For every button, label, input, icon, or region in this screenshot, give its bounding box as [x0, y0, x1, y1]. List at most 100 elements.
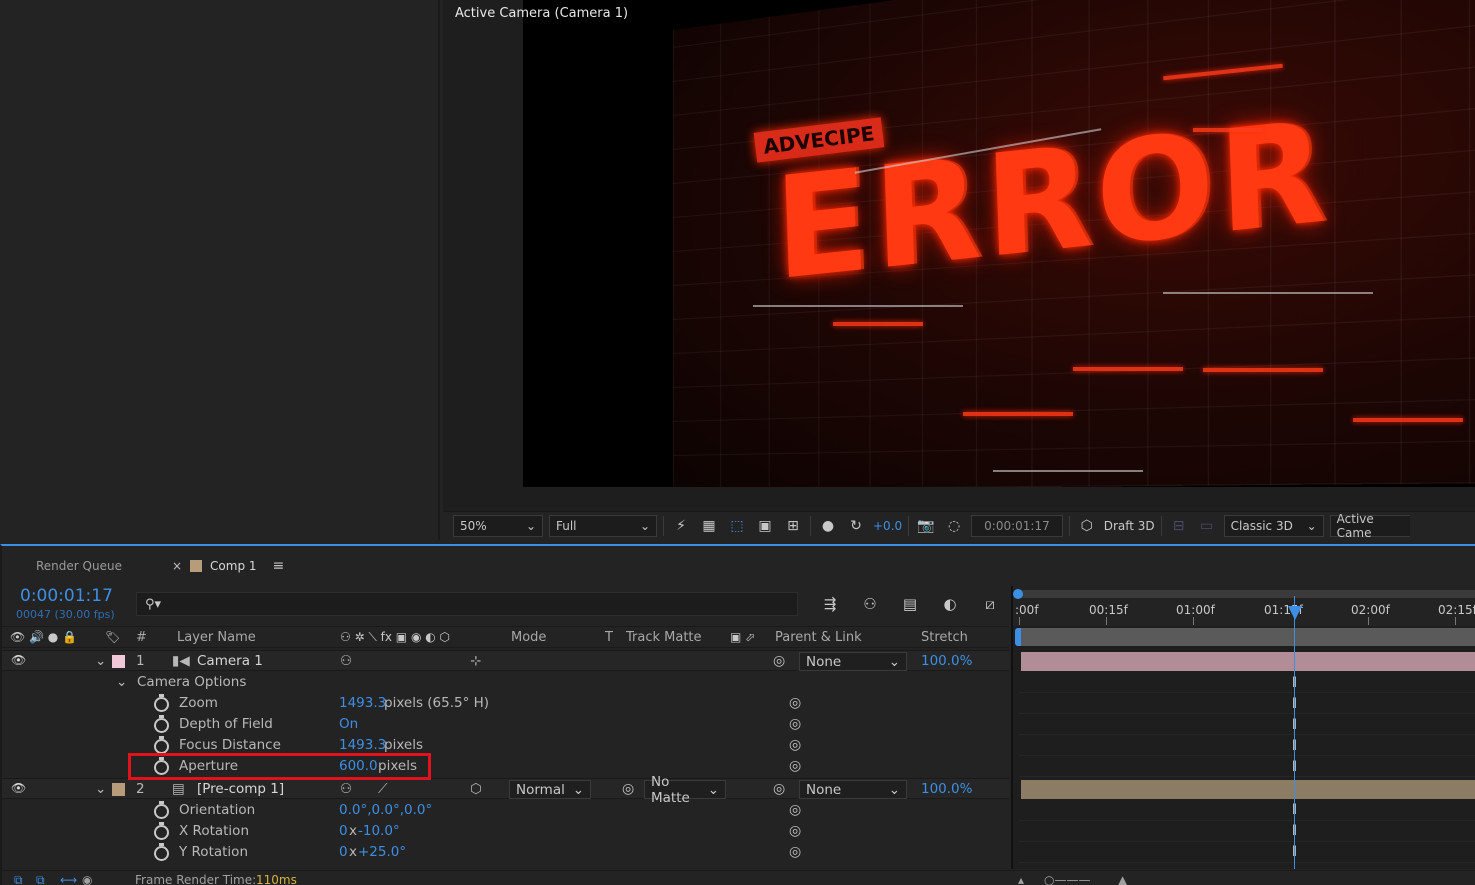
layer-color-swatch[interactable]: [112, 655, 125, 668]
camera-layer-bar[interactable]: [1021, 652, 1475, 671]
eye-icon[interactable]: 👁: [11, 781, 26, 795]
transparency-grid-icon[interactable]: ▦: [698, 515, 720, 537]
stopwatch-icon[interactable]: [154, 694, 169, 712]
zoom-value[interactable]: 1493.3: [339, 695, 386, 711]
close-icon[interactable]: ×: [172, 559, 182, 573]
current-time-indicator-line[interactable]: [1294, 596, 1295, 869]
zoom-slider[interactable]: ○———: [1044, 873, 1090, 885]
tab-comp[interactable]: × Comp 1 ≡: [138, 546, 300, 586]
work-area-bar[interactable]: [1017, 628, 1475, 646]
pickwhip-icon[interactable]: ◎: [789, 802, 801, 818]
pickwhip-icon[interactable]: ◎: [789, 716, 801, 732]
pickwhip-icon[interactable]: ◎: [773, 653, 785, 669]
property-row-y-rotation[interactable]: Y Rotation 0 x +25.0° ◎: [2, 842, 1009, 863]
show-snapshot-icon[interactable]: ◌: [943, 515, 965, 537]
camera-options-group[interactable]: ⌄ Camera Options: [2, 672, 1009, 693]
stopwatch-icon[interactable]: [154, 736, 169, 754]
eye-icon[interactable]: 👁: [11, 653, 26, 667]
parent-select[interactable]: None ⌄: [799, 780, 907, 799]
timeline-timecode[interactable]: 0:00:01:17: [20, 586, 113, 606]
channels-icon[interactable]: ●: [817, 515, 839, 537]
ground-plane-icon[interactable]: ▭: [1196, 515, 1218, 537]
magnification-select[interactable]: 50% ⌄: [453, 515, 543, 537]
stopwatch-icon[interactable]: [154, 843, 169, 861]
in-out-icon[interactable]: ⟷: [60, 873, 77, 885]
graph-editor-icon[interactable]: ⧄: [978, 592, 1002, 616]
expand-chevron-icon[interactable]: ⌄: [116, 674, 127, 690]
mask-visibility-icon[interactable]: ▣: [754, 515, 776, 537]
current-time-display[interactable]: 0:00:01:17: [971, 515, 1063, 537]
timeline-graph[interactable]: :00f 00:15f 01:00f 01:15f 02:00f 02:15f …: [1011, 586, 1475, 869]
renderer-select[interactable]: Classic 3D ⌄: [1223, 515, 1324, 537]
focus-value[interactable]: 1493.3: [339, 737, 386, 753]
col-layer-name[interactable]: Layer Name: [177, 630, 256, 645]
reset-exposure-icon[interactable]: ↻: [845, 515, 867, 537]
track-matte-select[interactable]: No Matte ⌄: [644, 774, 726, 806]
time-navigator-start-handle[interactable]: [1013, 589, 1023, 599]
work-area-start-handle[interactable]: [1015, 628, 1021, 646]
zoom-in-icon[interactable]: ▲: [1118, 873, 1127, 885]
fast-preview-icon[interactable]: ⚡: [670, 515, 692, 537]
pickwhip-icon[interactable]: ◎: [789, 823, 801, 839]
expand-chevron-icon[interactable]: ⌄: [95, 781, 106, 797]
grid-guides-icon[interactable]: ⊞: [782, 515, 804, 537]
layer-row-precomp[interactable]: 👁 ⌄ 2 ▤ [Pre-comp 1] ⚇ ⟋ ⬡ Normal ⌄ ◎ No…: [2, 774, 1009, 806]
pickwhip-icon[interactable]: ◎: [789, 695, 801, 711]
layer-row-camera[interactable]: 👁 ⌄ 1 ▮◀ Camera 1 ⚇ ⊹ ◎ None ⌄ 100.0%: [2, 650, 1009, 671]
property-row-x-rotation[interactable]: X Rotation 0 x -10.0° ◎: [2, 821, 1009, 842]
layer-name[interactable]: Camera 1: [197, 653, 263, 669]
time-ruler[interactable]: :00f 00:15f 01:00f 01:15f 02:00f 02:15f: [1013, 586, 1475, 626]
comp-icon[interactable]: ⧉: [14, 873, 23, 885]
3d-layer-icon[interactable]: ⊹: [470, 653, 481, 669]
draft-3d-icon[interactable]: ⬡: [1076, 515, 1098, 537]
layer-name[interactable]: [Pre-comp 1]: [197, 781, 284, 797]
stopwatch-icon[interactable]: [154, 801, 169, 819]
x-rotation-turns[interactable]: 0: [339, 823, 348, 839]
transfer-controls-icon[interactable]: ⧉: [36, 873, 45, 885]
shy-switch-icon[interactable]: ⚇: [340, 653, 352, 669]
pickwhip-icon[interactable]: ◎: [789, 737, 801, 753]
exposure-value[interactable]: +0.0: [873, 519, 902, 533]
comp-mini-flowchart-icon[interactable]: ⇶: [818, 592, 842, 616]
motion-blur-icon[interactable]: ◐: [938, 592, 962, 616]
zoom-out-icon[interactable]: ▴: [1018, 873, 1024, 885]
matte-pickwhip-icon[interactable]: ◎: [622, 781, 634, 797]
dof-value[interactable]: On: [339, 716, 358, 732]
tab-render-queue[interactable]: Render Queue: [2, 546, 138, 586]
panel-menu-icon[interactable]: ≡: [273, 558, 285, 574]
pickwhip-icon[interactable]: ◎: [773, 781, 785, 797]
comp-canvas[interactable]: ADVECIPE ERROR: [523, 0, 1475, 487]
extended-viewer-icon[interactable]: ⊟: [1168, 515, 1190, 537]
stretch-value[interactable]: 100.0%: [921, 781, 972, 797]
orientation-value[interactable]: 0.0°,0.0°,0.0°: [339, 802, 432, 818]
stopwatch-icon[interactable]: [154, 822, 169, 840]
view-select[interactable]: Active Came: [1329, 512, 1410, 540]
frame-blending-icon[interactable]: ▤: [898, 592, 922, 616]
3d-layer-icon[interactable]: ⬡: [470, 781, 482, 797]
property-row-orientation[interactable]: Orientation 0.0°,0.0°,0.0° ◎: [2, 800, 1009, 821]
draft-3d-label[interactable]: Draft 3D: [1104, 519, 1155, 533]
property-row-zoom[interactable]: Zoom 1493.3 pixels (65.5° H) ◎: [2, 693, 1009, 714]
stretch-value[interactable]: 100.0%: [921, 653, 972, 669]
stopwatch-icon[interactable]: [154, 715, 169, 733]
precomp-layer-bar[interactable]: [1021, 780, 1475, 799]
pickwhip-icon[interactable]: ◎: [789, 758, 801, 774]
blend-mode-select[interactable]: Normal ⌄: [509, 780, 591, 799]
layer-search-input[interactable]: ⚲▾: [136, 592, 798, 616]
x-rotation-value[interactable]: -10.0°: [358, 823, 400, 839]
label-tag-icon[interactable]: 🏷: [105, 630, 120, 644]
expand-chevron-icon[interactable]: ⌄: [95, 653, 106, 669]
pickwhip-icon[interactable]: ◎: [789, 844, 801, 860]
layer-color-swatch[interactable]: [112, 783, 125, 796]
property-row-depth-of-field[interactable]: Depth of Field On ◎: [2, 714, 1009, 735]
snapshot-camera-icon[interactable]: 📷: [915, 515, 937, 537]
current-time-indicator-head[interactable]: [1288, 606, 1302, 620]
render-time-icon[interactable]: ◉: [82, 873, 92, 885]
shy-layers-icon[interactable]: ⚇: [858, 592, 882, 616]
time-navigator-bar[interactable]: [1017, 590, 1475, 598]
y-rotation-turns[interactable]: 0: [339, 844, 348, 860]
composition-viewer[interactable]: Active Camera (Camera 1) ADVECIPE ERROR: [443, 0, 1475, 511]
y-rotation-value[interactable]: +25.0°: [358, 844, 406, 860]
shy-switch-icon[interactable]: ⚇: [340, 781, 352, 797]
region-of-interest-icon[interactable]: ⬚: [726, 515, 748, 537]
